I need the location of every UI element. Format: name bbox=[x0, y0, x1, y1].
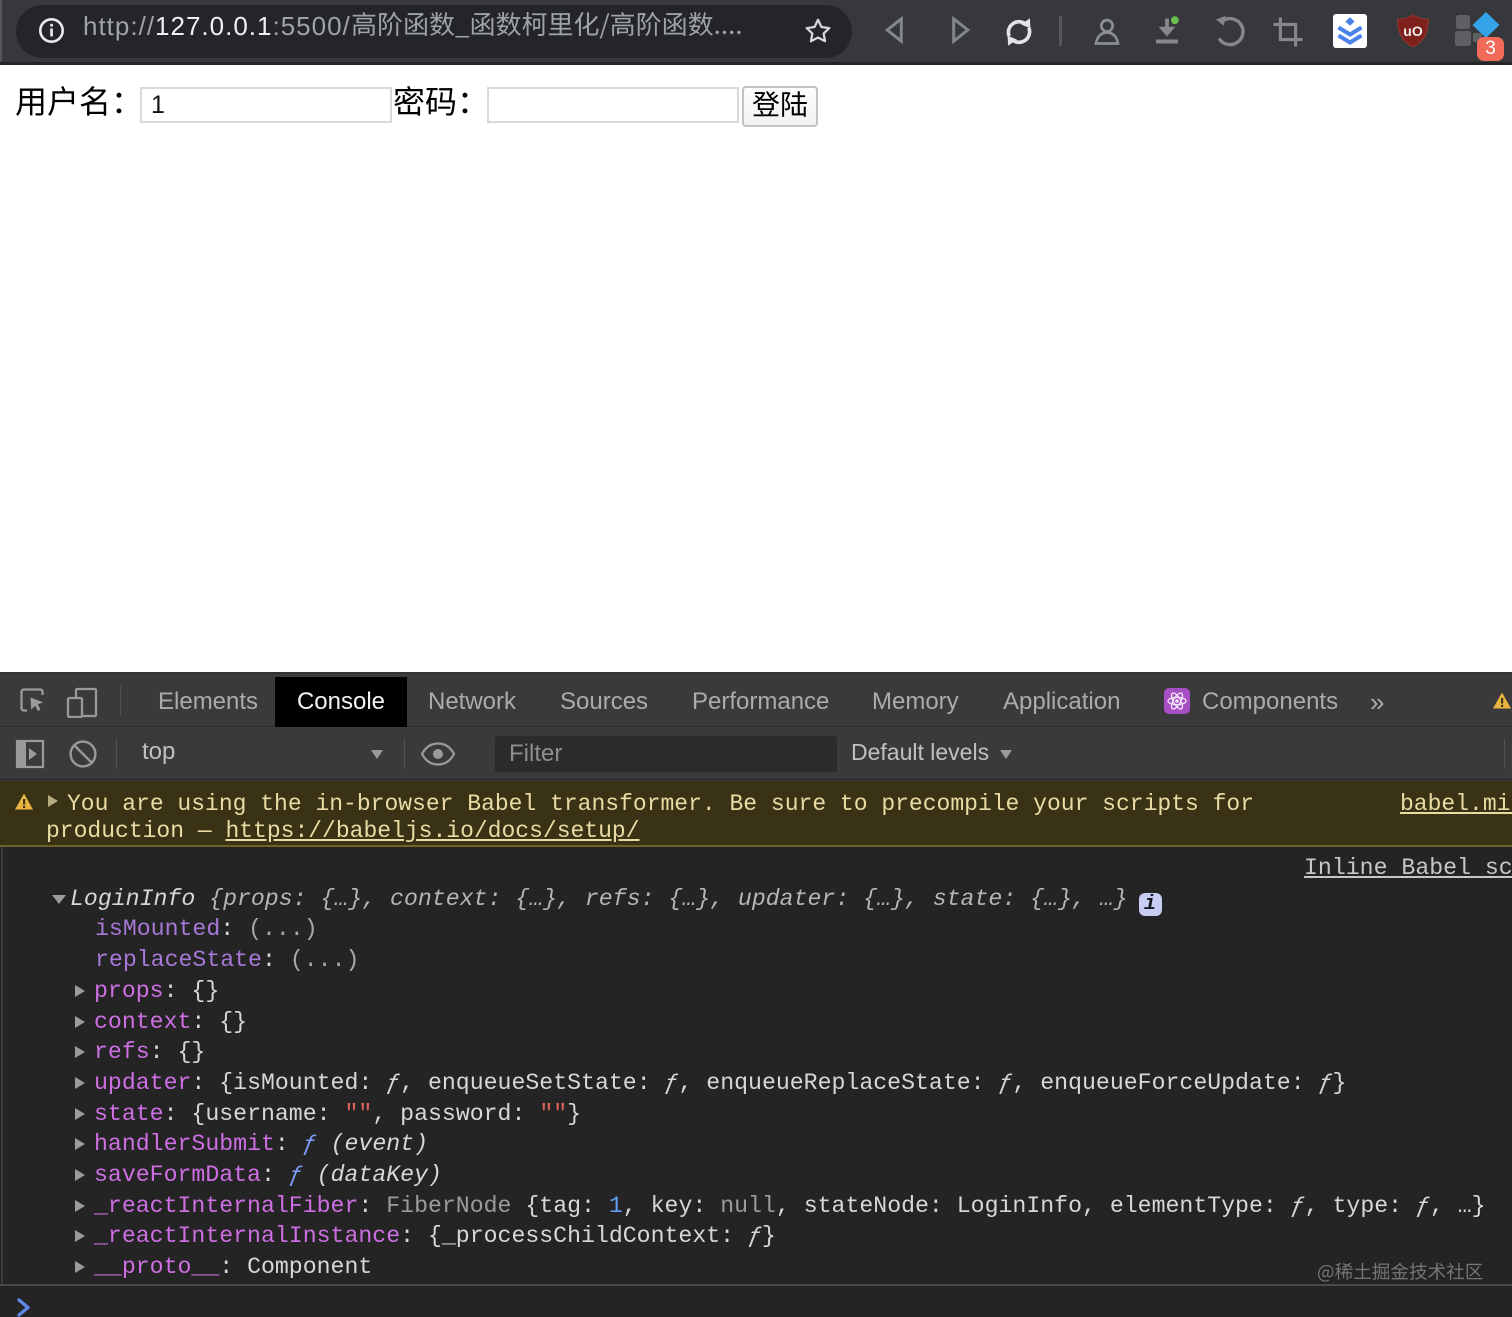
svg-text:uO: uO bbox=[1403, 23, 1423, 39]
